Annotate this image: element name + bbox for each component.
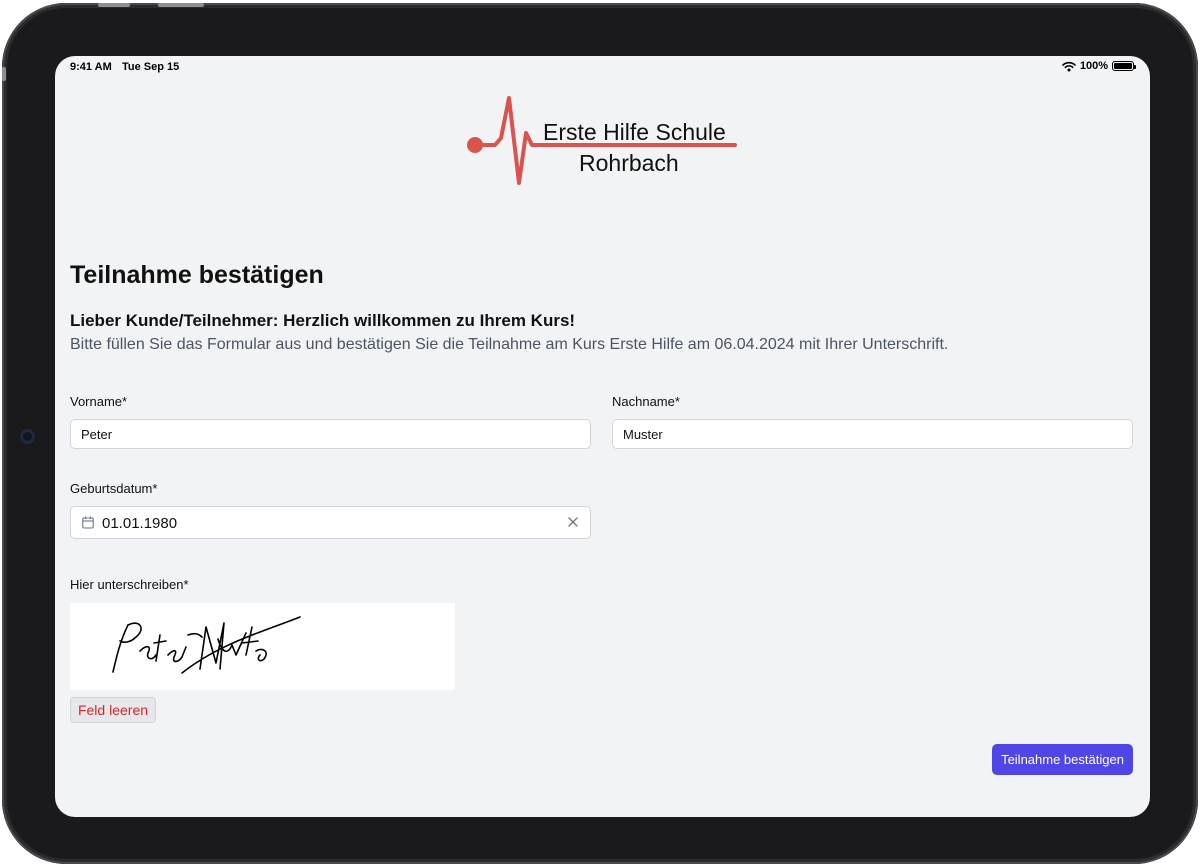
status-right: 100%	[1062, 60, 1136, 72]
firstname-label: Vorname*	[70, 394, 128, 409]
lastname-input[interactable]	[612, 419, 1133, 449]
calendar-icon	[82, 516, 94, 529]
confirm-participation-button[interactable]: Teilnahme bestätigen	[992, 744, 1133, 775]
wifi-icon	[1062, 61, 1076, 71]
battery-icon	[1112, 61, 1136, 71]
signature-drawing	[112, 616, 301, 674]
signature-pad[interactable]	[70, 603, 455, 690]
welcome-heading: Lieber Kunde/Teilnehmer: Herzlich willko…	[70, 311, 576, 330]
top-button-left	[98, 3, 130, 7]
status-bar: 9:41 AM Tue Sep 15 100%	[55, 56, 1150, 78]
screen: 9:41 AM Tue Sep 15 100% Erste Hilfe Schu…	[55, 56, 1150, 817]
birthdate-value: 01.01.1980	[102, 515, 178, 532]
signature-label: Hier unterschreiben*	[70, 577, 189, 592]
logo-line1: Erste Hilfe Schule	[543, 119, 726, 145]
birthdate-input[interactable]: 01.01.1980	[70, 506, 591, 539]
page-title: Teilnahme bestätigen	[70, 261, 324, 289]
front-camera	[20, 429, 35, 444]
ipad-frame: 9:41 AM Tue Sep 15 100% Erste Hilfe Schu…	[2, 3, 1198, 864]
firstname-input[interactable]	[70, 419, 591, 449]
side-button	[2, 67, 6, 81]
close-icon[interactable]	[566, 515, 580, 529]
clear-signature-button[interactable]: Feld leeren	[70, 697, 156, 723]
status-date: Tue Sep 15	[122, 61, 180, 73]
top-button-right	[158, 3, 204, 7]
lastname-label: Nachname*	[612, 394, 680, 409]
intro-text: Bitte füllen Sie das Formular aus und be…	[70, 336, 949, 353]
status-time: 9:41 AM	[70, 61, 112, 73]
logo-line2: Rohrbach	[579, 150, 679, 176]
battery-percentage: 100%	[1079, 60, 1108, 72]
birthdate-label: Geburtsdatum*	[70, 481, 158, 496]
school-logo: Erste Hilfe Schule Rohrbach	[463, 94, 763, 194]
